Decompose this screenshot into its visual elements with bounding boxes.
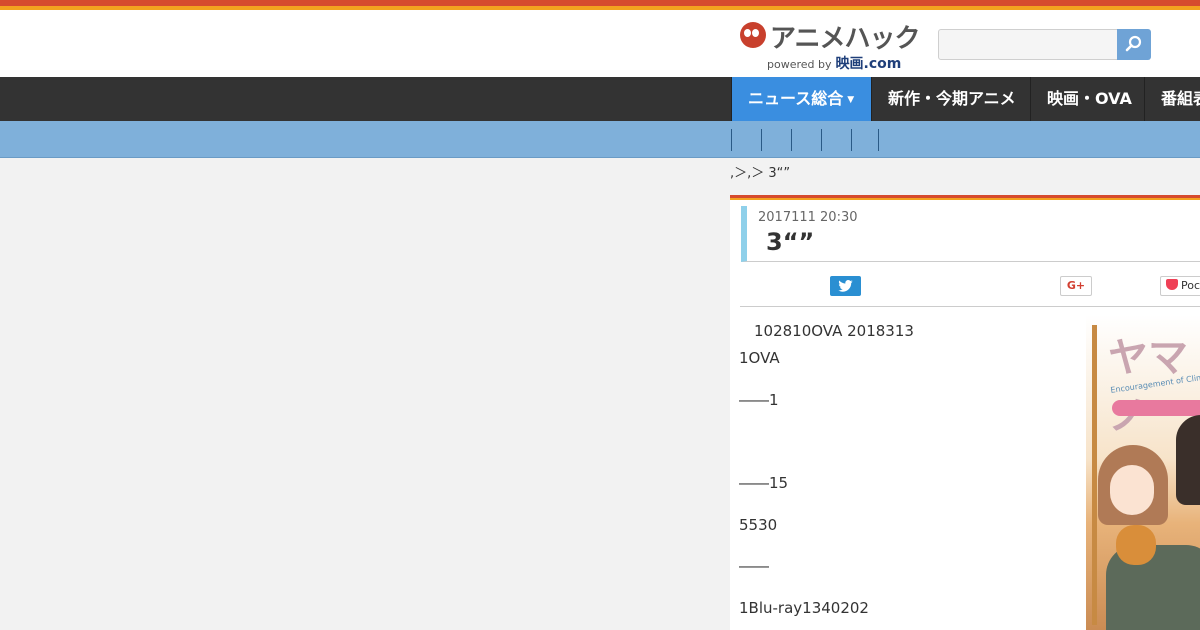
gplus-share-button[interactable]: G+ bbox=[1060, 276, 1092, 296]
article-accent-bar bbox=[730, 195, 1200, 200]
article-header: 2017111 20:30 3“” bbox=[741, 206, 1200, 262]
site-logo[interactable]: アニメハック powered by 映画.com bbox=[740, 20, 920, 72]
article-paragraph: 1OVA bbox=[739, 349, 780, 367]
main-nav: ニュース総合▼ 新作・今期アニメ 映画・OVA 番組表 bbox=[0, 77, 1200, 121]
twitter-icon bbox=[838, 280, 853, 292]
article-cover-image[interactable]: ヤマノ Encouragement of Climb bbox=[1086, 315, 1200, 630]
logo-brand: 映画.com bbox=[835, 56, 902, 72]
nav-item-label: 番組表 bbox=[1161, 89, 1200, 108]
subnav-divider bbox=[731, 129, 732, 151]
article: 2017111 20:30 3“” G+ Pocket 102810OVA 20… bbox=[730, 195, 1200, 630]
nav-item-movie-ova[interactable]: 映画・OVA bbox=[1030, 77, 1144, 121]
logo-text: アニメハック bbox=[770, 24, 920, 54]
article-paragraph: ―― bbox=[739, 557, 769, 575]
search-input[interactable] bbox=[938, 29, 1118, 60]
pocket-share-button[interactable]: Pocket bbox=[1160, 276, 1200, 296]
pocket-icon bbox=[1166, 279, 1178, 290]
article-paragraph: 1Blu-ray1340202 bbox=[739, 599, 869, 617]
logo-subtitle: powered by 映画.com bbox=[767, 53, 901, 73]
nav-item-news[interactable]: ニュース総合 ▼ bbox=[731, 77, 871, 121]
top-accent-stripe bbox=[0, 0, 1200, 10]
subnav-divider bbox=[851, 129, 852, 151]
article-paragraph: ――15 bbox=[739, 474, 789, 492]
pocket-label: Pocket bbox=[1181, 279, 1200, 292]
nav-item-schedule[interactable]: 番組表 bbox=[1144, 77, 1200, 121]
nav-item-label: 新作・今期アニメ bbox=[888, 89, 1016, 108]
article-paragraph: ――1 bbox=[739, 391, 779, 409]
article-title: 3“” bbox=[766, 228, 815, 256]
nav-item-label: 映画・OVA bbox=[1047, 89, 1132, 108]
sub-nav bbox=[0, 121, 1200, 158]
subnav-divider bbox=[761, 129, 762, 151]
caret-down-icon: ▼ bbox=[847, 94, 855, 105]
subnav-divider bbox=[878, 129, 879, 151]
search-button[interactable] bbox=[1117, 29, 1151, 60]
site-header: アニメハック powered by 映画.com bbox=[0, 10, 1200, 77]
breadcrumb[interactable]: ,＞,＞ 3“” bbox=[730, 162, 790, 181]
twitter-share-button[interactable] bbox=[830, 276, 861, 296]
nav-item-label: ニュース総合 bbox=[748, 89, 844, 108]
share-bar: G+ Pocket bbox=[740, 267, 1200, 307]
subnav-divider bbox=[821, 129, 822, 151]
search-form bbox=[938, 29, 1151, 60]
logo-icon bbox=[740, 22, 766, 48]
search-icon bbox=[1125, 35, 1142, 52]
article-paragraph: 102810OVA 2018313 bbox=[754, 322, 914, 340]
logo-powered: powered by bbox=[767, 58, 832, 71]
subnav-divider bbox=[791, 129, 792, 151]
article-paragraph: 5530 bbox=[739, 516, 778, 534]
nav-item-new-anime[interactable]: 新作・今期アニメ bbox=[871, 77, 1030, 121]
article-date: 2017111 20:30 bbox=[758, 210, 858, 225]
